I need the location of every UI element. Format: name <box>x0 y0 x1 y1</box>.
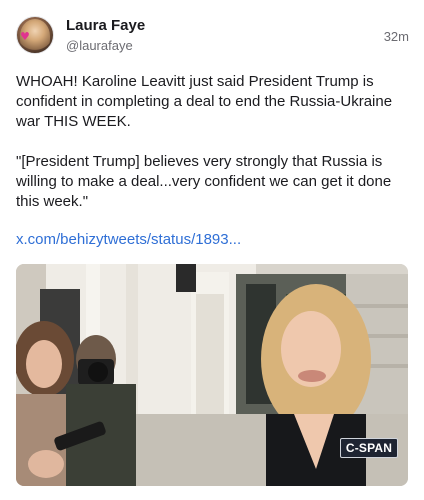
post-card[interactable]: ♥ Laura Faye @laurafaye 32m WHOAH! Karol… <box>0 0 424 500</box>
post-link[interactable]: x.com/behizytweets/status/1893... <box>16 231 241 248</box>
avatar[interactable]: ♥ <box>16 16 54 54</box>
post-timestamp[interactable]: 32m <box>384 29 409 44</box>
post-text-quote: "[President Trump] believes very strongl… <box>16 153 392 210</box>
author-handle[interactable]: @laurafaye <box>66 38 133 53</box>
post-video-thumbnail[interactable]: C-SPAN <box>16 264 408 486</box>
author-display-name[interactable]: Laura Faye <box>66 17 145 34</box>
heart-icon: ♥ <box>20 30 30 43</box>
post-text-paragraph: WHOAH! Karoline Leavitt just said Presid… <box>16 73 393 130</box>
cspan-logo: C-SPAN <box>340 438 398 458</box>
